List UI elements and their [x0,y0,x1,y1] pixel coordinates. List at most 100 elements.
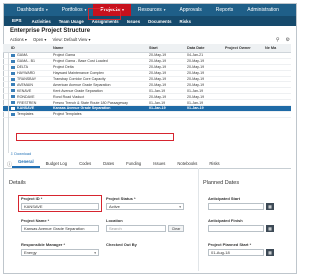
column-ne-ma[interactable]: Ne Ma [265,46,287,50]
start-cell-text: 01-Jan-19 [149,106,166,111]
tab-funding[interactable]: Funding [120,161,147,168]
project-planned-start-field[interactable]: 01-Aug-18 [208,249,264,256]
project-name-field[interactable]: Kansas Avenue Grade Separation [21,225,99,232]
highlight-selected-row [16,133,174,141]
chevron-down-icon: ▾ [122,8,124,12]
anticipated-finish-label: Anticipated Finish [208,218,243,223]
start-cell-text: 20-May-19 [149,65,167,70]
data-date-cell: 20-May-19 [187,65,225,69]
data-date-cell-text: 01-Jan-19 [187,88,204,93]
data-date-cell: 01-Jan-19 [187,106,225,110]
grid-body: GAMA Project Gama 20-May-19 04-Jan-21 GAMA -… [3,53,291,118]
calendar-icon[interactable]: ▦ [266,225,274,232]
start-cell: 20-May-19 [149,53,187,57]
id-cell: HAYWARD [3,71,53,75]
project-id-field[interactable]: KANSAVE [21,203,99,210]
calendar-icon[interactable]: ▦ [266,203,274,210]
name-cell-text: Project Gama - Base Cost Loaded [53,59,108,64]
nav-dashboards[interactable]: Dashboards ▾ [10,4,55,16]
details-heading: Details [9,180,26,186]
start-cell: 01-Jan-19 [149,89,187,93]
start-cell-text: 01-Jan-19 [149,100,166,105]
folder-icon [11,112,15,116]
id-cell-text: TRANSBAY [17,77,37,81]
sub-navigation: EPS Activities Team Usage Assignments Is… [4,16,296,26]
anticipated-finish-field[interactable] [208,225,264,232]
id-cell: AVEMAIN [3,83,53,87]
nav-administration[interactable]: Administration [240,4,286,16]
tab-budget-log[interactable]: Budget Log [40,161,73,168]
grid-header: ID Name Start Data Date Project Owner Ne… [3,44,291,53]
column-id[interactable]: ID [3,46,53,50]
location-label: Location [106,218,123,223]
checked-out-by-label: Checked Out By [106,242,137,247]
tab-risks[interactable]: Risks [203,161,225,168]
subnav-team-usage[interactable]: Team Usage [55,19,88,24]
name-cell: Hayward Maintenance Complex [53,71,149,75]
chevron-down-icon: ▾ [84,8,87,12]
subnav-activities[interactable]: Activities [28,19,55,24]
subnav-risks[interactable]: Risks [176,19,195,24]
start-cell: 01-Jan-19 [149,101,187,105]
folder-icon [11,77,15,81]
id-cell-text: GAMA [17,53,28,58]
table-row[interactable]: Templates Project Templates [3,112,291,118]
data-date-cell-text: 20-May-19 [187,94,205,99]
column-name[interactable]: Name [53,46,149,50]
folder-icon [11,71,15,75]
id-cell-text: GAMA - B1 [17,59,35,64]
data-date-cell-text: 20-May-19 [187,71,205,76]
name-cell: Fresno Trench & State Route 180 Passagew… [53,101,149,105]
tab-general[interactable]: General [12,159,40,168]
planned-dates-heading: Planned Dates [203,180,240,186]
column-start[interactable]: Start [149,46,187,50]
subnav-issues[interactable]: Issues [123,19,144,24]
name-cell-text: Transbay Corridor Core Capacity [53,77,106,81]
start-cell-text: 20-May-19 [149,71,167,76]
name-cell-text: Hayward Maintenance Complex [53,71,104,76]
tab-codes[interactable]: Codes [73,161,97,168]
tab-dates[interactable]: Dates [97,161,120,168]
chevron-down-icon: ▾ [45,8,48,12]
folder-icon [11,89,15,93]
tab-issues[interactable]: Issues [147,161,171,168]
download-link[interactable]: ⇩ Download [10,151,31,156]
nav-reports[interactable]: Reports [209,4,241,16]
tab-notebooks[interactable]: Notebooks [171,161,203,168]
subnav-eps[interactable]: EPS [8,19,28,24]
open-button[interactable]: Open ▾ [33,37,47,42]
name-cell-text: Kent Avenue Grade Separation [53,88,103,93]
start-cell-text: 20-May-19 [149,59,167,64]
name-cell-text: Kansas Avenue Grade Separation [53,106,111,111]
folder-icon [11,53,15,57]
location-clear-button[interactable]: Clear [168,225,184,232]
data-date-cell-text: 01-Jan-19 [187,106,204,111]
info-icon[interactable]: ⓘ [3,161,12,168]
subnav-documents[interactable]: Documents [144,19,175,24]
data-date-cell-text: 20-May-19 [187,82,205,87]
column-project-owner[interactable]: Project Owner [225,46,265,50]
anticipated-start-label: Anticipated Start [208,196,241,201]
id-cell: Templates [3,112,53,116]
id-cell: GAMA - B1 [3,59,53,63]
folder-icon [11,65,15,69]
top-navigation: Dashboards ▾ Portfolios ▾ Projects ▾ Resour… [4,4,296,16]
nav-approvals[interactable]: Approvals [173,4,209,16]
actions-menu[interactable]: Actions ▾ [10,37,27,42]
column-data-date[interactable]: Data Date [187,46,225,50]
data-date-cell-text: 01-Jan-19 [187,100,204,105]
view-menu[interactable]: View: Default View ▾ [53,37,91,42]
calendar-icon[interactable]: ▦ [266,249,274,256]
filter-icon[interactable]: ⚲ [276,37,280,43]
responsible-manager-select[interactable]: Energy ▾ [21,249,99,256]
settings-icon[interactable]: ⚙ [286,37,290,43]
location-field[interactable]: Search [106,225,166,232]
project-status-select[interactable]: Active ▾ [106,203,184,210]
anticipated-start-field[interactable] [208,203,264,210]
start-cell-text: 01-Jan-19 [149,88,166,93]
highlight-projects [88,8,121,20]
data-date-cell: 20-May-19 [187,95,225,99]
nav-resources[interactable]: Resources ▾ [131,4,173,16]
start-cell: 20-May-19 [149,71,187,75]
project-status-label: Project Status * [106,196,136,201]
